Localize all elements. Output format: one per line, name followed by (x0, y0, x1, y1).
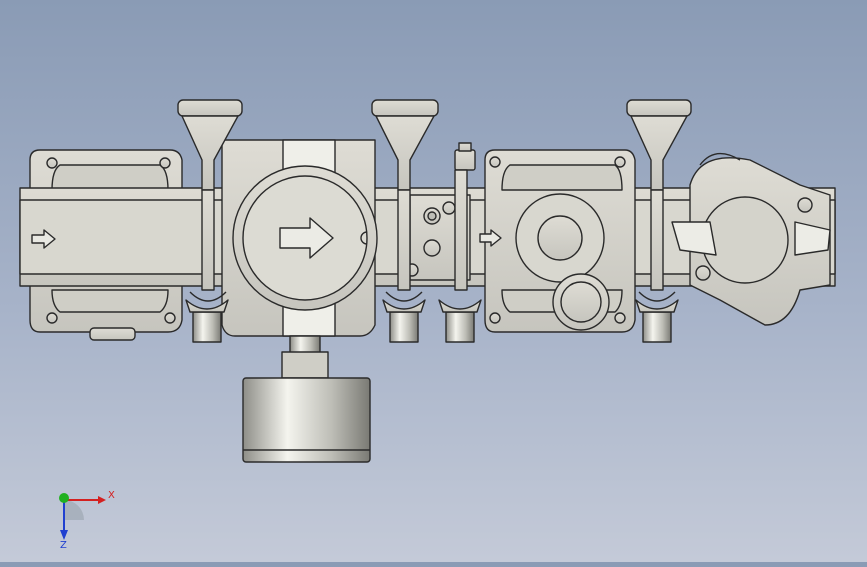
outlet-fitting-1 (185, 299, 229, 343)
y-axis-icon (59, 493, 69, 503)
orientation-triad: X Z (59, 490, 115, 550)
z-axis-label: Z (60, 540, 67, 550)
outlet-fitting-2 (382, 299, 426, 343)
outlet-fitting-4 (635, 299, 679, 343)
3d-model-viewport[interactable]: X Z (0, 0, 867, 562)
triad-plane-icon (64, 500, 84, 520)
manifold-assembly-model[interactable] (0, 0, 867, 562)
x-axis-label: X (108, 490, 115, 501)
outlet-fitting-3 (438, 299, 482, 343)
